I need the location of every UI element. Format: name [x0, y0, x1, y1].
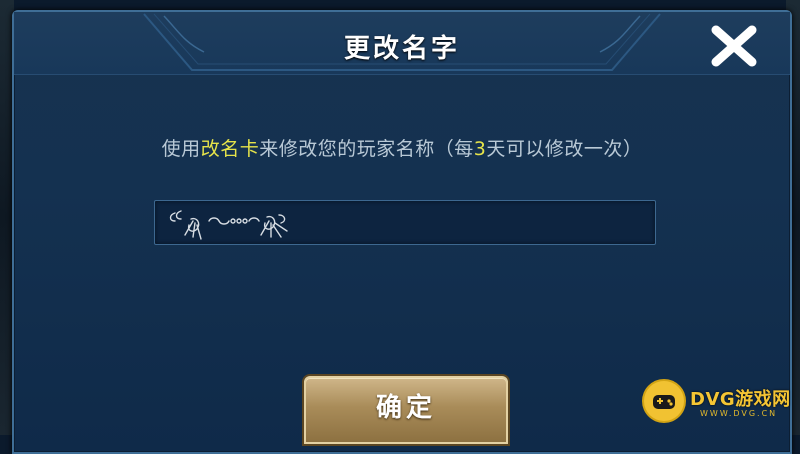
info-prefix: 使用	[161, 138, 201, 160]
gamepad-icon	[644, 381, 684, 421]
dialog-header: 更改名字	[14, 12, 790, 75]
close-icon	[711, 25, 757, 67]
dvg-watermark: DVG游戏网 WWW.DVG.CN	[644, 377, 794, 429]
rename-card-name: 改名卡	[200, 138, 260, 160]
confirm-button[interactable]: 确定	[304, 376, 508, 444]
name-input[interactable]	[155, 201, 655, 244]
close-button[interactable]	[708, 24, 760, 68]
days-count: 3	[473, 138, 487, 160]
rename-info-text: 使用改名卡来修改您的玩家名称（每3天可以修改一次）	[14, 134, 790, 161]
dialog-title: 更改名字	[343, 34, 460, 64]
info-middle: 来修改您的玩家名称（每	[259, 138, 474, 160]
watermark-url: WWW.DVG.CN	[700, 409, 778, 418]
info-suffix: 天可以修改一次）	[486, 138, 643, 160]
name-input-container	[154, 200, 656, 245]
watermark-brand: DVG游戏网	[690, 389, 791, 410]
